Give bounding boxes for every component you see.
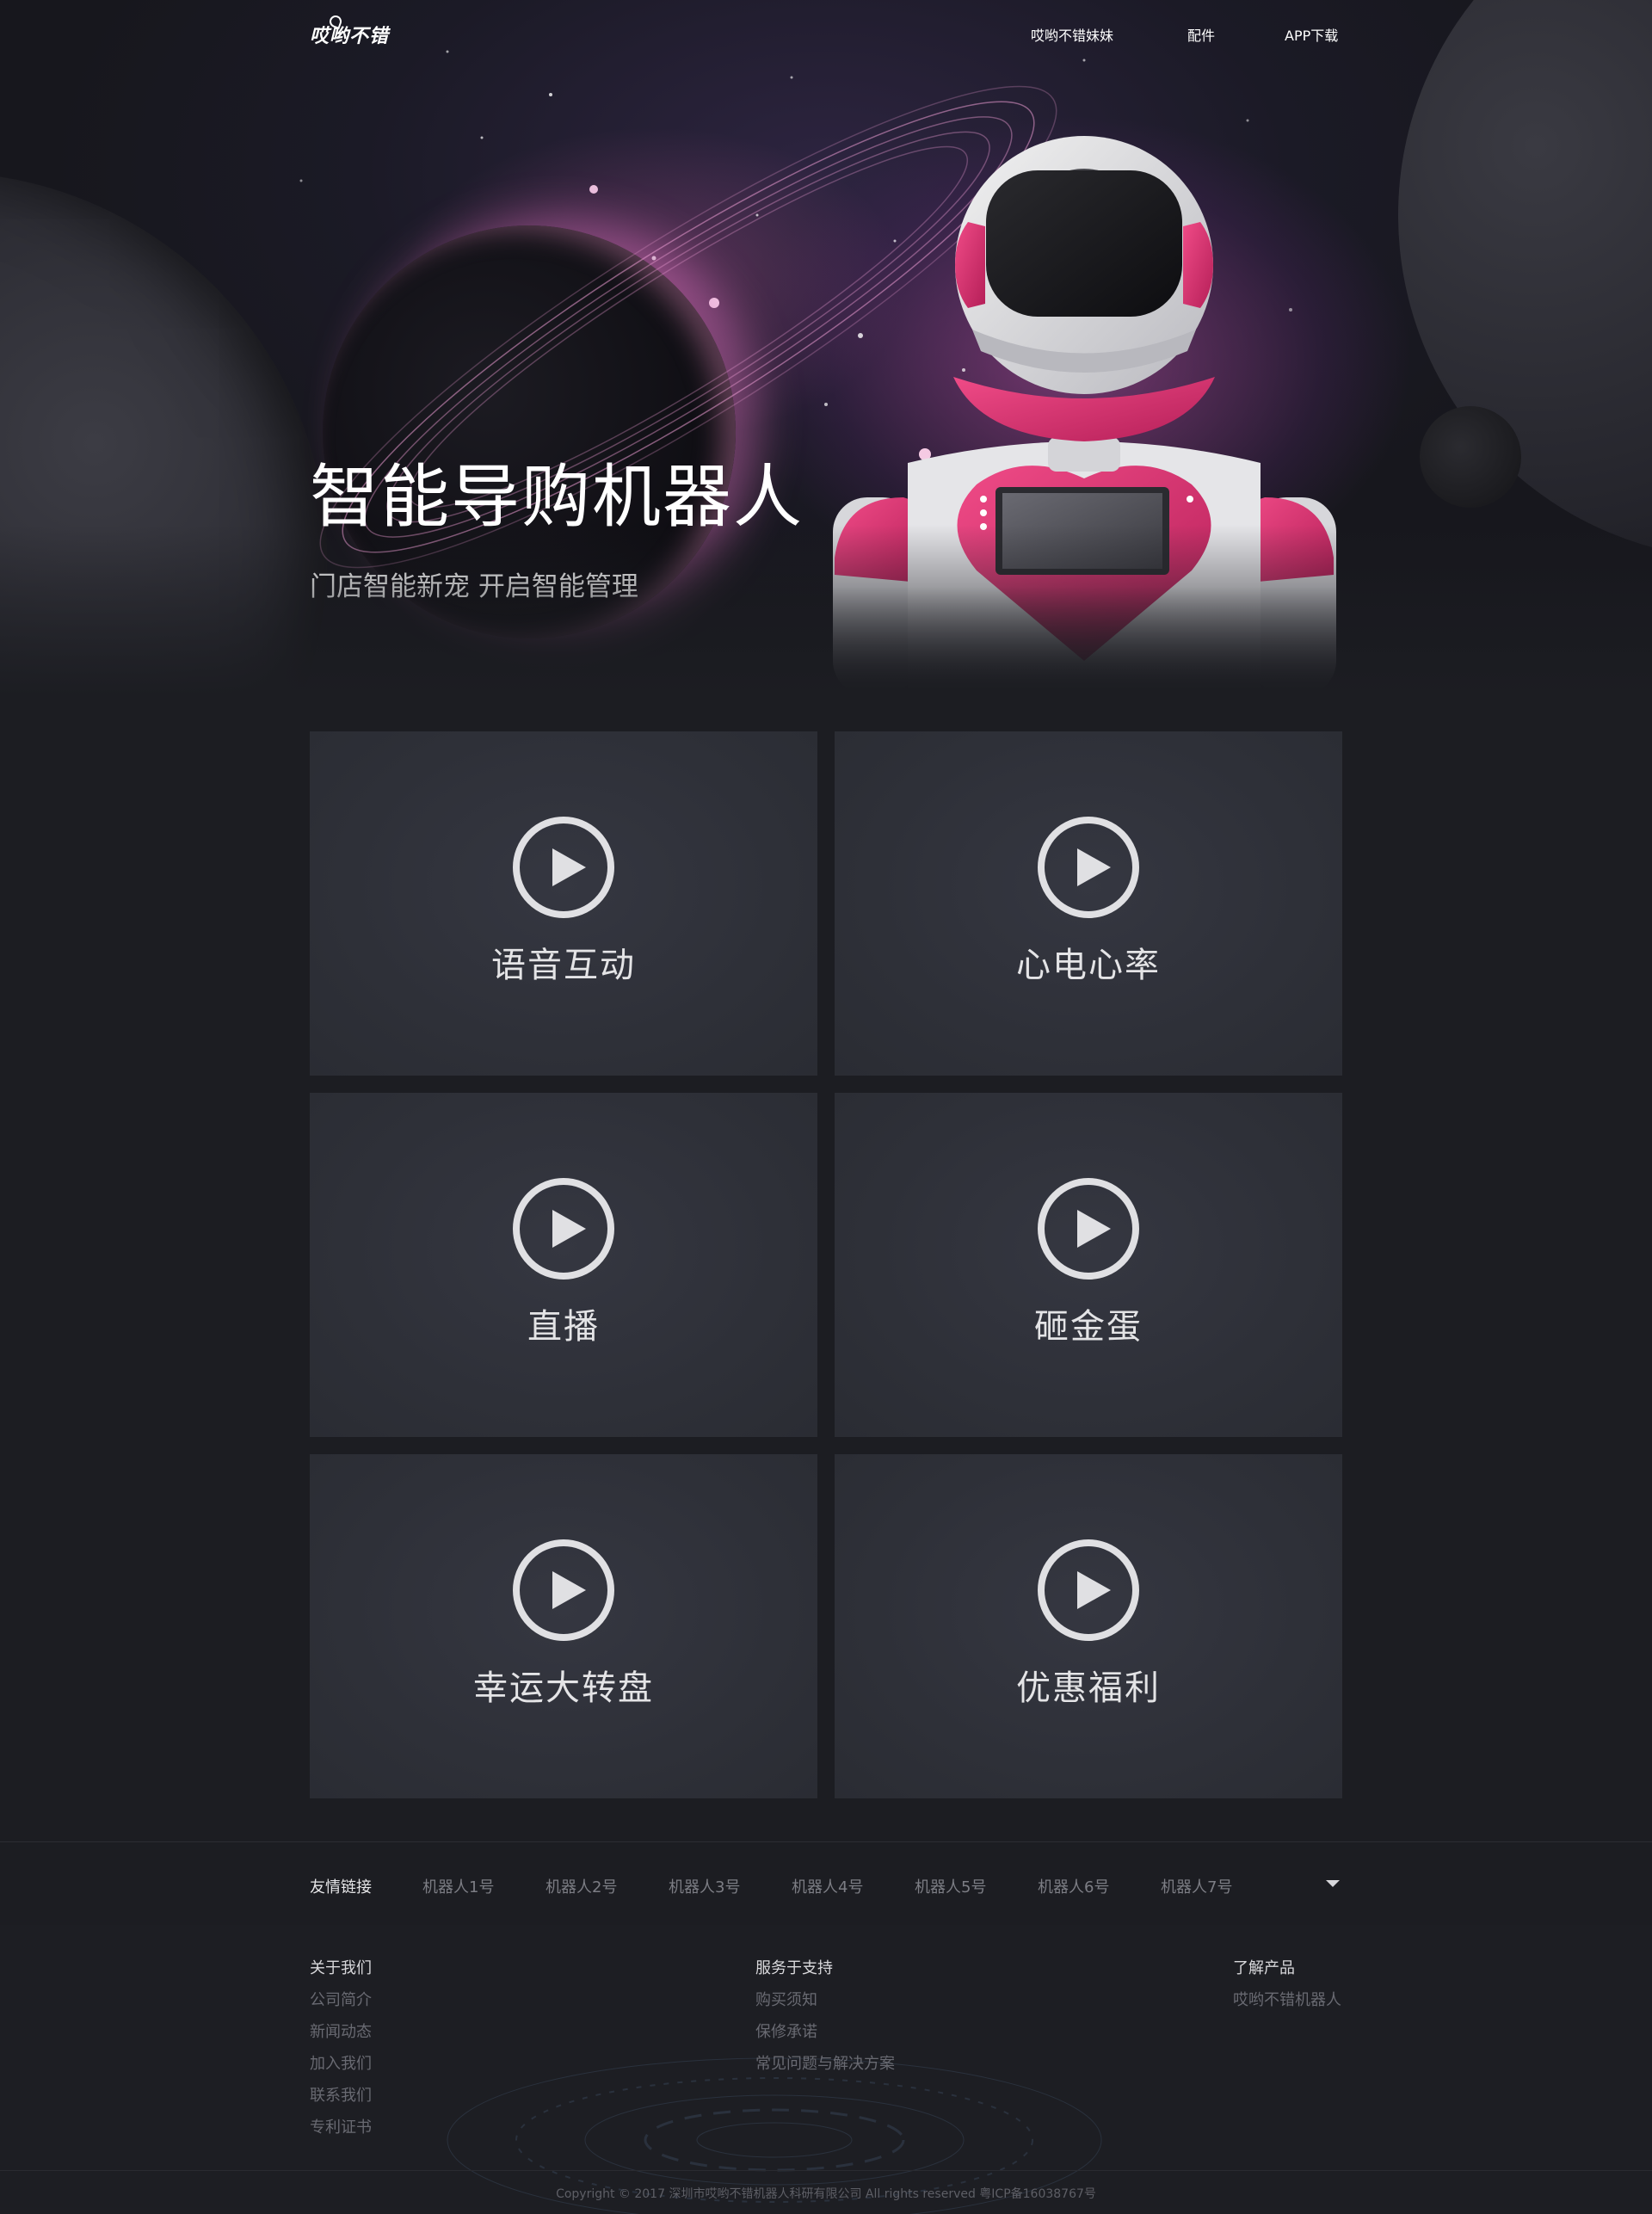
footer-divider [0, 2170, 1652, 2171]
footer-link[interactable]: 保修承诺 [755, 2020, 817, 2042]
hero-banner: 哎哟不错 哎哟不错妹妹 配件 APP下载 智能导购机器人 门店智能新宠 开启智能… [0, 0, 1652, 697]
footer-link[interactable]: 常见问题与解决方案 [755, 2051, 895, 2074]
play-circle-icon[interactable] [1037, 816, 1140, 919]
play-circle-icon[interactable] [1037, 1177, 1140, 1280]
play-circle-icon[interactable] [512, 1177, 615, 1280]
footer-link[interactable]: 购买须知 [755, 1988, 817, 2010]
footer-link[interactable]: 公司简介 [310, 1988, 372, 2010]
friend-link-item[interactable]: 机器人6号 [1038, 1875, 1109, 1897]
nav-item-accessories[interactable]: 配件 [1187, 24, 1215, 45]
page: 哎哟不错 哎哟不错妹妹 配件 APP下载 智能导购机器人 门店智能新宠 开启智能… [0, 0, 1652, 2214]
feature-card-label: 幸运大转盘 [473, 1668, 654, 1708]
friend-link-item[interactable]: 机器人4号 [792, 1875, 863, 1897]
feature-card-discount-benefits[interactable]: 优惠福利 [835, 1454, 1342, 1798]
footer-column-title-products: 了解产品 [1233, 1959, 1295, 1977]
footer-link[interactable]: 哎哟不错机器人 [1233, 1988, 1341, 2010]
play-circle-icon[interactable] [512, 1539, 615, 1642]
feature-card-label: 语音互动 [491, 946, 636, 985]
footer-link[interactable]: 新闻动态 [310, 2020, 372, 2042]
friend-links-bar: 友情链接 机器人1号 机器人2号 机器人3号 机器人4号 机器人5号 机器人6号… [0, 1841, 1652, 1926]
play-circle-icon[interactable] [512, 816, 615, 919]
feature-card-ecg-heart-rate[interactable]: 心电心率 [835, 731, 1342, 1076]
footer-link[interactable]: 联系我们 [310, 2083, 372, 2106]
nav-item-app-download[interactable]: APP下载 [1285, 24, 1338, 45]
friend-links-label: 友情链接 [310, 1878, 372, 1896]
feature-card-golden-egg[interactable]: 砸金蛋 [835, 1093, 1342, 1437]
site-footer: 关于我们 公司简介 新闻动态 加入我们 联系我们 专利证书 服务于支持 购买须知… [0, 1925, 1652, 2214]
feature-card-voice-interaction[interactable]: 语音互动 [310, 731, 817, 1076]
friend-link-item[interactable]: 机器人3号 [669, 1875, 740, 1897]
site-logo[interactable]: 哎哟不错 [310, 21, 389, 48]
hero-subtitle: 门店智能新宠 开启智能管理 [310, 571, 638, 602]
footer-link[interactable]: 加入我们 [310, 2051, 372, 2074]
hero-title: 智能导购机器人 [310, 457, 804, 537]
footer-column-title-about: 关于我们 [310, 1959, 372, 1977]
feature-card-label: 砸金蛋 [1034, 1307, 1143, 1347]
footer-link[interactable]: 专利证书 [310, 2115, 372, 2137]
friend-link-item[interactable]: 机器人1号 [422, 1875, 494, 1897]
feature-card-label: 心电心率 [1016, 946, 1161, 985]
nav-item-robot-sister[interactable]: 哎哟不错妹妹 [1031, 24, 1113, 45]
friend-link-item[interactable]: 机器人2号 [546, 1875, 617, 1897]
friend-link-item[interactable]: 机器人7号 [1161, 1875, 1232, 1897]
footer-column-title-service: 服务于支持 [755, 1959, 833, 1977]
copyright-text: Copyright © 2017 深圳市哎哟不错机器人科研有限公司 All ri… [556, 2187, 1096, 2201]
caret-down-icon[interactable] [1326, 1880, 1340, 1887]
play-circle-icon[interactable] [1037, 1539, 1140, 1642]
feature-card-label: 直播 [527, 1307, 600, 1347]
feature-card-label: 优惠福利 [1016, 1668, 1161, 1708]
robot-illustration [833, 136, 1336, 695]
friend-link-item[interactable]: 机器人5号 [915, 1875, 986, 1897]
feature-card-lucky-wheel[interactable]: 幸运大转盘 [310, 1454, 817, 1798]
feature-card-live-stream[interactable]: 直播 [310, 1093, 817, 1437]
